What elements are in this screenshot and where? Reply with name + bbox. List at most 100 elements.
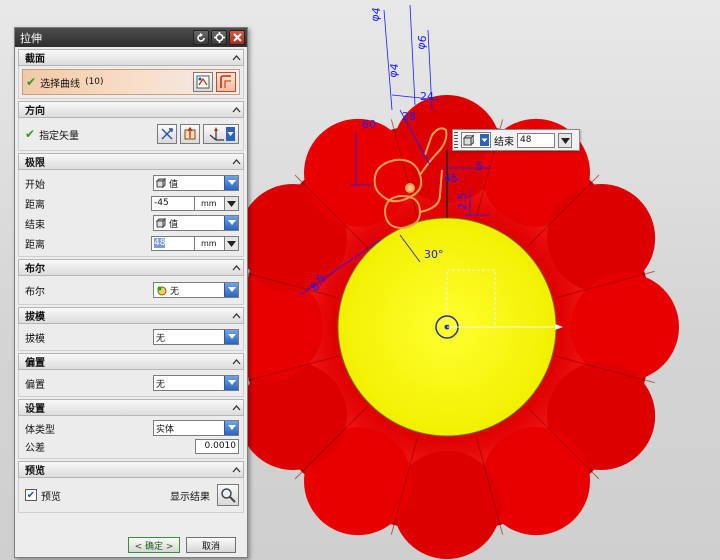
chevron-up-icon[interactable]: [229, 155, 243, 169]
section-body-section: ✔ 选择曲线 (10): [18, 66, 244, 99]
preview-checkbox[interactable]: ✔: [25, 489, 37, 501]
chevron-down-icon: [480, 134, 489, 146]
chevron-down-icon[interactable]: [224, 421, 238, 435]
offset-select[interactable]: 无: [153, 375, 239, 391]
draft-select[interactable]: 无: [153, 329, 239, 345]
preview-label: 预览: [41, 491, 61, 503]
section-body-draft: 拔模 无: [18, 324, 244, 351]
settings-button[interactable]: [211, 30, 227, 45]
tolerance-label: 公差: [25, 442, 45, 454]
end-distance-menu[interactable]: [225, 235, 239, 251]
start-type-value: 值: [169, 179, 179, 190]
sketch-icon: [196, 75, 210, 89]
chevron-up-icon[interactable]: [229, 355, 243, 369]
start-distance-row: 距离 -45 mm: [25, 193, 239, 213]
curve-count: (10): [85, 77, 104, 87]
section-header-preview[interactable]: 预览: [18, 461, 244, 478]
gear-icon: [213, 32, 225, 43]
chevron-down-icon[interactable]: [224, 376, 238, 390]
chevron-up-icon[interactable]: [229, 261, 243, 275]
draft-label: 拔模: [25, 333, 45, 345]
svg-text:5: 5: [476, 160, 483, 173]
body-type-select[interactable]: 实体: [153, 420, 239, 436]
section-header-draft[interactable]: 拔模: [18, 307, 244, 324]
chevron-up-icon[interactable]: [229, 463, 243, 477]
curve-select-button[interactable]: [216, 72, 236, 92]
section-body-offset: 偏置 无: [18, 370, 244, 397]
svg-text:φ4: φ4: [368, 6, 383, 22]
cube-icon: [156, 218, 166, 228]
direction-title: 方向: [25, 106, 45, 117]
sketch-section-button[interactable]: [193, 72, 213, 92]
reset-button[interactable]: [193, 30, 209, 45]
cancel-button[interactable]: 取消: [186, 537, 236, 553]
section-header-direction[interactable]: 方向: [18, 101, 244, 118]
boolean-row: 布尔 无: [25, 279, 239, 301]
start-distance-label: 距离: [25, 199, 45, 211]
float-end-spinner[interactable]: [558, 132, 572, 148]
dialog-titlebar[interactable]: 拉伸: [15, 28, 247, 47]
close-icon: [232, 33, 242, 42]
offset-label: 偏置: [25, 379, 45, 391]
reverse-direction-button[interactable]: [157, 124, 177, 144]
axis-triad-icon: [209, 127, 224, 141]
start-label: 开始: [25, 179, 45, 191]
float-end-value[interactable]: 48: [517, 132, 555, 148]
section-body-preview: ✔ 预览 显示结果: [18, 478, 244, 513]
cube-icon: [156, 178, 166, 188]
section-header-settings[interactable]: 设置: [18, 399, 244, 416]
svg-text:φ6: φ6: [414, 34, 429, 50]
svg-text:45: 45: [444, 172, 458, 185]
boolean-label: 布尔: [25, 286, 45, 298]
preview-row: ✔ 预览 显示结果: [25, 481, 239, 509]
section-body-settings: 体类型 实体 公差 0.0010: [18, 416, 244, 459]
start-distance-unit: mm: [195, 195, 225, 211]
boolean-select[interactable]: 无: [153, 282, 239, 298]
vector-dialog-button[interactable]: [180, 124, 200, 144]
chevron-up-icon[interactable]: [229, 103, 243, 117]
body-type-value: 实体: [156, 424, 175, 435]
chevron-down-icon: [225, 127, 235, 141]
tolerance-row: 公差 0.0010: [25, 437, 239, 455]
draft-title: 拔模: [25, 312, 45, 323]
section-header-limits[interactable]: 极限: [18, 153, 244, 170]
select-curve-row[interactable]: ✔ 选择曲线 (10): [22, 69, 240, 95]
chevron-up-icon[interactable]: [229, 401, 243, 415]
start-distance-menu[interactable]: [225, 195, 239, 211]
chevron-down-icon[interactable]: [224, 283, 238, 297]
specify-vector-row[interactable]: ✔ 指定矢量: [25, 121, 239, 147]
grip-handle-icon[interactable]: [454, 132, 458, 148]
section-header-section[interactable]: 截面: [18, 49, 244, 66]
specify-vector-label: 指定矢量: [39, 130, 80, 142]
reset-icon: [197, 32, 205, 42]
end-distance-value: 48: [154, 237, 166, 248]
svg-text:24: 24: [420, 90, 434, 103]
chevron-up-icon[interactable]: [229, 309, 243, 323]
limits-title: 极限: [25, 158, 45, 169]
end-distance-input[interactable]: 48: [151, 235, 195, 251]
ok-button[interactable]: < 确定 >: [128, 537, 180, 553]
tolerance-input[interactable]: 0.0010: [195, 438, 239, 454]
preview-title: 预览: [25, 466, 45, 477]
show-result-button[interactable]: [217, 484, 239, 506]
end-type-select[interactable]: 值: [153, 215, 239, 231]
inferred-vector-select[interactable]: [203, 124, 239, 144]
body-type-label: 体类型: [25, 424, 55, 436]
chevron-down-icon[interactable]: [224, 216, 238, 230]
settings-title: 设置: [25, 404, 45, 415]
floating-end-input[interactable]: 结束 48: [452, 129, 580, 151]
start-type-select[interactable]: 值: [153, 175, 239, 191]
close-button[interactable]: [229, 30, 245, 45]
end-type-select[interactable]: [461, 132, 491, 148]
svg-text:2.5: 2.5: [456, 193, 469, 211]
start-distance-input[interactable]: -45: [151, 195, 195, 211]
chevron-down-icon[interactable]: [224, 176, 238, 190]
chevron-up-icon[interactable]: [229, 51, 243, 65]
show-result-label: 显示结果: [170, 491, 210, 503]
offset-value: 无: [156, 379, 166, 390]
section-header-offset[interactable]: 偏置: [18, 353, 244, 370]
section-title: 截面: [25, 54, 45, 65]
chevron-down-icon[interactable]: [224, 330, 238, 344]
section-header-boolean[interactable]: 布尔: [18, 259, 244, 276]
dialog-footer: < 确定 > 取消: [15, 533, 247, 557]
